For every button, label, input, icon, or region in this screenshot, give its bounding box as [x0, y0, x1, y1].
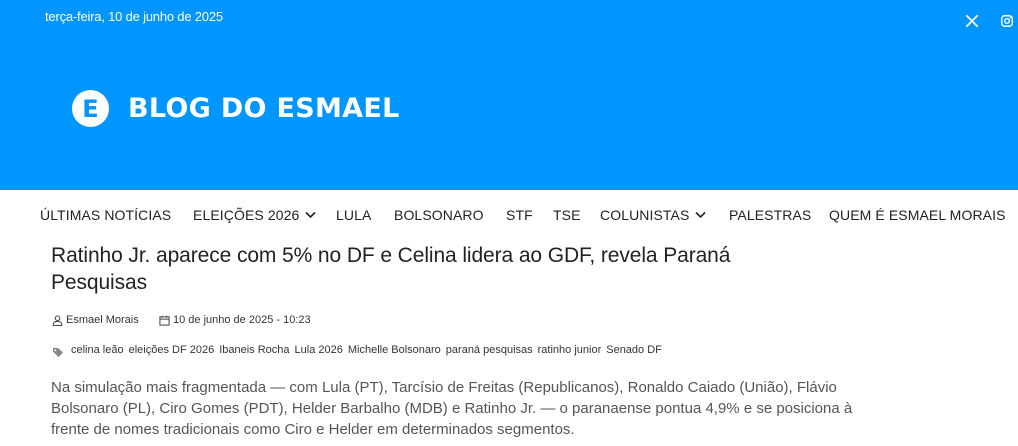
x-icon[interactable]: [963, 12, 981, 30]
chevron-down-icon: [305, 211, 316, 219]
nav-item-label: PALESTRAS: [729, 207, 812, 223]
logo-text: BLOG DO ESMAEL: [128, 93, 400, 124]
logo-mark-icon: E: [72, 90, 109, 127]
nav-item-quem-e-esmael-morais[interactable]: QUEM É ESMAEL MORAIS: [829, 207, 1006, 223]
tag-link[interactable]: Michelle Bolsonaro: [348, 344, 441, 356]
nav-item-colunistas[interactable]: COLUNISTAS: [600, 207, 707, 223]
site-header: terça-feira, 10 de junho de 2025 E BLOG …: [0, 0, 1018, 190]
nav-item-label: LULA: [336, 207, 372, 223]
nav-item-ultimas-noticias[interactable]: ÚLTIMAS NOTÍCIAS: [40, 207, 171, 223]
chevron-down-icon: [695, 211, 707, 219]
author-name: Esmael Morais: [66, 314, 139, 326]
tag-link[interactable]: Senado DF: [606, 344, 662, 356]
nav-item-label: ÚLTIMAS NOTÍCIAS: [40, 207, 172, 223]
tags-icon: [52, 345, 65, 363]
article-author[interactable]: Esmael Morais: [52, 314, 139, 326]
nav-item-label: ELEIÇÕES 2026: [193, 207, 300, 223]
tag-list: celina leão eleições DF 2026 Ibaneis Roc…: [71, 344, 667, 356]
nav-item-label: BOLSONARO: [394, 207, 484, 223]
logo-letter: E: [82, 94, 99, 123]
nav-item-lula[interactable]: LULA: [336, 207, 371, 223]
main-nav: ÚLTIMAS NOTÍCIAS ELEIÇÕES 2026 LULA BOLS…: [0, 190, 1018, 240]
instagram-icon[interactable]: [998, 12, 1016, 30]
article-title[interactable]: Ratinho Jr. aparece com 5% no DF e Celin…: [51, 242, 831, 296]
tag-link[interactable]: Lula 2026: [295, 344, 343, 356]
nav-item-tse[interactable]: TSE: [553, 207, 581, 223]
nav-item-eleicoes-2026[interactable]: ELEIÇÕES 2026: [193, 207, 316, 223]
article-datetime: 10 de junho de 2025 - 10:23: [173, 314, 311, 326]
site-logo[interactable]: E BLOG DO ESMAEL: [72, 90, 400, 127]
tag-link[interactable]: ratinho junior: [538, 344, 602, 356]
nav-item-label: STF: [506, 207, 533, 223]
user-icon: [52, 314, 63, 326]
article-date: 10 de junho de 2025 - 10:23: [159, 314, 311, 326]
tag-link[interactable]: celina leão: [71, 344, 124, 356]
tag-link[interactable]: eleições DF 2026: [129, 344, 215, 356]
nav-item-bolsonaro[interactable]: BOLSONARO: [394, 207, 484, 223]
article-excerpt: Na simulação mais fragmentada — com Lula…: [51, 379, 853, 438]
header-date: terça-feira, 10 de junho de 2025: [45, 9, 223, 24]
nav-item-stf[interactable]: STF: [506, 207, 533, 223]
nav-item-label: COLUNISTAS: [600, 207, 690, 223]
nav-item-label: TSE: [553, 207, 581, 223]
nav-item-label: QUEM É ESMAEL MORAIS: [829, 207, 1006, 223]
nav-item-palestras[interactable]: PALESTRAS: [729, 207, 811, 223]
tag-link[interactable]: paraná pesquisas: [446, 344, 533, 356]
tag-link[interactable]: Ibaneis Rocha: [219, 344, 289, 356]
calendar-icon: [159, 315, 170, 326]
